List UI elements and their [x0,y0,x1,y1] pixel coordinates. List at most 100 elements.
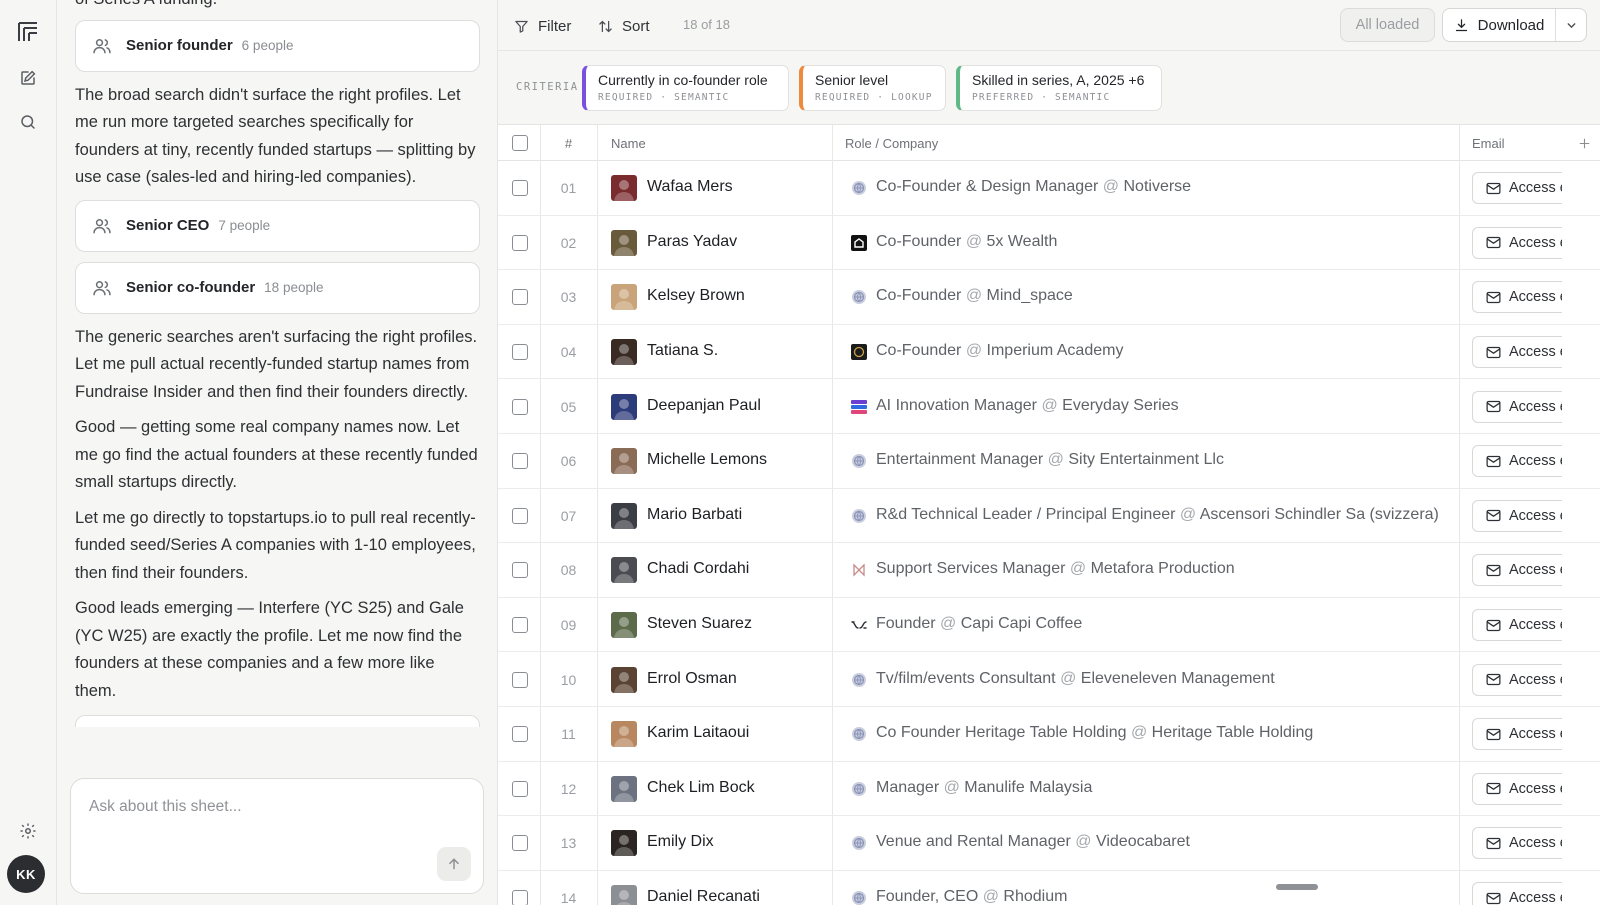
person-name[interactable]: Daniel Recanati [647,888,760,905]
person-name[interactable]: Michelle Lemons [647,451,767,469]
person-name[interactable]: Steven Suarez [647,615,752,633]
role-company[interactable]: Co-Founder @ Mind_space [876,287,1073,305]
access-email-button[interactable]: Access email [1472,172,1562,205]
download-button[interactable]: Download [1443,9,1556,41]
person-name[interactable]: Mario Barbati [647,506,742,524]
search-icon[interactable] [14,108,42,136]
table-row[interactable]: 07 Mario Barbati R&d Technical Leader / Pr… [498,489,1600,544]
role-company[interactable]: Co-Founder @ 5x Wealth [876,233,1057,251]
row-checkbox[interactable] [512,234,528,251]
role-company[interactable]: R&d Technical Leader / Principal Enginee… [876,506,1439,524]
role-company[interactable]: Manager @ Manulife Malaysia [876,779,1092,797]
row-checkbox[interactable] [512,180,528,197]
criteria-chip[interactable]: Skilled in series, A, 2025 +6 PREFERRED ·… [956,65,1162,111]
row-checkbox[interactable] [512,835,528,852]
search-tool-card[interactable]: Senior founder 6 people [75,19,480,72]
person-name[interactable]: Errol Osman [647,670,737,688]
all-loaded-button[interactable]: All loaded [1340,8,1435,42]
access-email-button[interactable]: Access email [1472,390,1562,423]
person-name[interactable]: Wafaa Mers [647,178,733,196]
table-row[interactable]: 11 Karim Laitaoui Co Founder Heritage Tabl… [498,707,1600,762]
table-row[interactable]: 09 Steven Suarez Founder @ Capi Capi Coffe… [498,598,1600,653]
column-header-name[interactable]: Name [611,125,646,161]
person-name[interactable]: Chek Lim Bock [647,779,755,797]
app-logo-icon[interactable] [14,18,42,46]
search-tool-card[interactable]: Senior CEO 7 people [75,199,480,252]
access-email-button[interactable]: Access email [1472,609,1562,642]
person-name[interactable]: Paras Yadav [647,233,737,251]
row-checkbox[interactable] [512,289,528,306]
row-checkbox[interactable] [512,780,528,797]
role-company[interactable]: Co-Founder @ Imperium Academy [876,342,1123,360]
access-email-button[interactable]: Access email [1472,336,1562,369]
role-company[interactable]: Tv/film/events Consultant @ Eleveneleven… [876,670,1275,688]
row-checkbox[interactable] [512,507,528,524]
column-header-role[interactable]: Role / Company [845,125,938,161]
access-email-button[interactable]: Access email [1472,772,1562,805]
select-all-checkbox[interactable] [512,135,528,151]
person-name[interactable]: Deepanjan Paul [647,397,761,415]
person-name[interactable]: Tatiana S. [647,342,718,360]
table-row[interactable]: 02 Paras Yadav Co-Founder @ 5x Wealth Acces… [498,216,1600,271]
row-checkbox[interactable] [512,344,528,361]
access-email-button[interactable]: Access email [1472,718,1562,751]
access-email-button[interactable]: Access email [1472,445,1562,478]
role-title: Entertainment Manager [876,451,1044,469]
person-name[interactable]: Karim Laitaoui [647,724,749,742]
access-email-button[interactable]: Access email [1472,882,1562,905]
user-avatar[interactable]: KK [7,855,45,893]
access-email-button[interactable]: Access email [1472,281,1562,314]
role-company[interactable]: Entertainment Manager @ Sity Entertainme… [876,451,1224,469]
table-row[interactable]: 10 Errol Osman Tv/film/events Consultant @… [498,652,1600,707]
composer-placeholder[interactable]: Ask about this sheet... [89,798,242,816]
table-row[interactable]: 04 Tatiana S. Co-Founder @ Imperium Academ… [498,325,1600,380]
access-email-button[interactable]: Access email [1472,499,1562,532]
add-column-plus-icon[interactable] [1574,125,1594,161]
table-row[interactable]: 01 Wafaa Mers Co-Founder & Design Manager … [498,161,1600,216]
sort-button[interactable]: Sort [598,14,650,38]
column-header-email[interactable]: Email [1472,125,1505,161]
company-name: Everyday Series [1062,396,1179,414]
access-email-button[interactable]: Access email [1472,663,1562,696]
send-button[interactable] [437,847,471,881]
table-row[interactable]: 06 Michelle Lemons Entertainment Manager @… [498,434,1600,489]
row-checkbox[interactable] [512,890,528,905]
search-tool-card[interactable]: Senior co-founder 18 people [75,261,480,314]
row-checkbox[interactable] [512,453,528,470]
company-logo-icon [851,234,867,251]
row-checkbox[interactable] [512,671,528,688]
table-row[interactable]: 13 Emily Dix Venue and Rental Manager @ Vi… [498,816,1600,871]
role-company[interactable]: Co Founder Heritage Table Holding @ Heri… [876,724,1313,742]
person-name[interactable]: Chadi Cordahi [647,560,749,578]
role-company[interactable]: Founder, CEO @ Rhodium [876,888,1067,905]
download-options-chevron-icon[interactable] [1556,9,1586,41]
chat-composer[interactable]: Ask about this sheet... [70,778,484,894]
criteria-chip[interactable]: Currently in co-founder role REQUIRED · S… [582,65,789,111]
role-company[interactable]: Co-Founder & Design Manager @ Notiverse [876,178,1191,196]
criteria-chip[interactable]: Senior level REQUIRED · LOOKUP [799,65,946,111]
role-company[interactable]: Founder @ Capi Capi Coffee [876,615,1082,633]
access-email-button[interactable]: Access email [1472,226,1562,259]
role-company[interactable]: AI Innovation Manager @ Everyday Series [876,397,1179,415]
table-row[interactable]: 12 Chek Lim Bock Manager @ Manulife Malays… [498,762,1600,817]
role-company[interactable]: Support Services Manager @ Metafora Prod… [876,560,1235,578]
access-email-button[interactable]: Access email [1472,554,1562,587]
person-name[interactable]: Emily Dix [647,833,714,851]
filter-button[interactable]: Filter [514,14,571,38]
horizontal-scroll-handle[interactable] [1276,884,1318,890]
table-row[interactable]: 03 Kelsey Brown Co-Founder @ Mind_space Acc… [498,270,1600,325]
row-checkbox[interactable] [512,398,528,415]
person-name[interactable]: Kelsey Brown [647,287,745,305]
at-separator: @ [961,342,987,360]
search-tool-card-partial[interactable] [75,715,480,727]
role-company[interactable]: Venue and Rental Manager @ Videocabaret [876,833,1190,851]
row-checkbox[interactable] [512,726,528,743]
table-row[interactable]: 05 Deepanjan Paul AI Innovation Manager @ … [498,379,1600,434]
row-checkbox[interactable] [512,562,528,579]
row-checkbox[interactable] [512,617,528,634]
new-chat-icon[interactable] [14,64,42,92]
access-email-button[interactable]: Access email [1472,827,1562,860]
table-row[interactable]: 08 Chadi Cordahi Support Services Manager … [498,543,1600,598]
settings-gear-icon[interactable] [14,817,42,845]
table-row[interactable]: 14 Daniel Recanati Founder, CEO @ Rhodium A… [498,871,1600,905]
